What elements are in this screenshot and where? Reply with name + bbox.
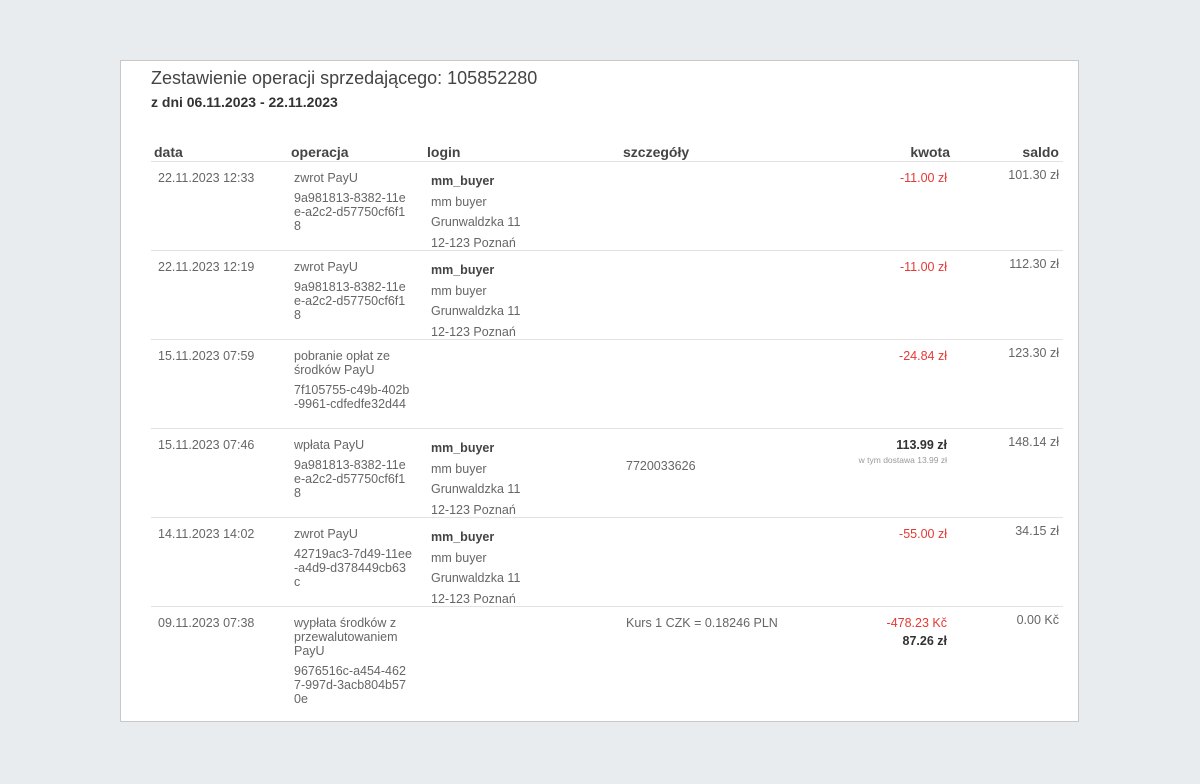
login-nick: mm_buyer xyxy=(431,530,495,544)
row-login: mm_buyer mm buyer Grunwaldzka 11 12-123 … xyxy=(431,171,520,253)
login-nick: mm_buyer xyxy=(431,174,495,188)
row-date: 15.11.2023 07:46 xyxy=(158,438,255,452)
row-amount: -24.84 zł xyxy=(899,349,947,363)
operations-table: data operacja login szczegóły kwota sald… xyxy=(151,143,1063,729)
table-row: 14.11.2023 14:02 zwrot PayU 42719ac3-7d4… xyxy=(151,518,1063,607)
login-city: 12-123 Poznań xyxy=(431,502,516,517)
login-name: mm buyer xyxy=(431,194,487,209)
table-row: 09.11.2023 07:38 wypłata środków z przew… xyxy=(151,607,1063,729)
operation-name: wpłata PayU xyxy=(294,438,365,452)
row-amount: -55.00 zł xyxy=(899,527,947,541)
column-header-login: login xyxy=(427,144,461,160)
column-header-date: data xyxy=(154,144,183,160)
row-balance: 0.00 Kč xyxy=(1016,613,1059,627)
row-date: 14.11.2023 14:02 xyxy=(158,527,255,541)
table-row: 15.11.2023 07:46 wpłata PayU 9a981813-83… xyxy=(151,429,1063,518)
login-street: Grunwaldzka 11 xyxy=(431,304,521,318)
statement-title: Zestawienie operacji sprzedającego: 1058… xyxy=(151,68,538,88)
login-name: mm buyer xyxy=(431,461,487,476)
row-details: Kurs 1 CZK = 0.18246 PLN xyxy=(626,616,778,630)
operation-id: 9676516c-a454-4627-997d-3acb804b570e xyxy=(294,664,406,706)
login-name: mm buyer xyxy=(431,283,487,298)
row-operation: zwrot PayU 9a981813-8382-11ee-a2c2-d5775… xyxy=(294,171,412,233)
row-login: mm_buyer mm buyer Grunwaldzka 11 12-123 … xyxy=(431,260,520,342)
row-amount: -11.00 zł xyxy=(899,260,947,274)
table-row: 22.11.2023 12:33 zwrot PayU 9a981813-838… xyxy=(151,162,1063,251)
login-nick: mm_buyer xyxy=(431,263,495,277)
operation-name: pobranie opłat ze środków PayU xyxy=(294,349,390,377)
row-balance: 123.30 zł xyxy=(1008,346,1059,360)
row-amount: -478.23 Kč xyxy=(886,616,947,630)
login-street: Grunwaldzka 11 xyxy=(431,482,521,496)
row-amount-converted: 87.26 zł xyxy=(902,634,947,648)
table-header: data operacja login szczegóły kwota sald… xyxy=(151,143,1063,162)
login-nick: mm_buyer xyxy=(431,441,495,455)
row-amount: 113.99 zł xyxy=(896,438,947,452)
table-row: 22.11.2023 12:19 zwrot PayU 9a981813-838… xyxy=(151,251,1063,340)
login-city: 12-123 Poznań xyxy=(431,324,516,339)
row-amount-block: -478.23 Kč 87.26 zł xyxy=(887,616,947,648)
operation-name: wypłata środków z przewalutowaniem PayU xyxy=(294,616,398,658)
row-date: 15.11.2023 07:59 xyxy=(158,349,255,363)
row-operation: pobranie opłat ze środków PayU 7f105755-… xyxy=(294,349,412,411)
row-login: mm_buyer mm buyer Grunwaldzka 11 12-123 … xyxy=(431,527,520,609)
operation-id: 9a981813-8382-11ee-a2c2-d57750cf6f18 xyxy=(294,280,406,322)
statement-period: z dni 06.11.2023 - 22.11.2023 xyxy=(151,94,338,110)
row-amount: -11.00 zł xyxy=(899,171,947,185)
row-operation: zwrot PayU 42719ac3-7d49-11ee-a4d9-d3784… xyxy=(294,527,412,589)
row-amount-block: 113.99 zł w tym dostawa 13.99 zł xyxy=(859,438,947,465)
row-date: 22.11.2023 12:33 xyxy=(158,171,255,185)
row-operation: zwrot PayU 9a981813-8382-11ee-a2c2-d5775… xyxy=(294,260,412,322)
row-date: 22.11.2023 12:19 xyxy=(158,260,255,274)
operation-name: zwrot PayU xyxy=(294,171,358,185)
login-city: 12-123 Poznań xyxy=(431,235,516,250)
operation-id: 9a981813-8382-11ee-a2c2-d57750cf6f18 xyxy=(294,191,406,233)
row-date: 09.11.2023 07:38 xyxy=(158,616,255,630)
login-street: Grunwaldzka 11 xyxy=(431,215,521,229)
statement-panel: Zestawienie operacji sprzedającego: 1058… xyxy=(120,60,1079,722)
row-balance: 148.14 zł xyxy=(1008,435,1059,449)
column-header-operation: operacja xyxy=(291,144,349,160)
operation-id: 9a981813-8382-11ee-a2c2-d57750cf6f18 xyxy=(294,458,406,500)
login-city: 12-123 Poznań xyxy=(431,591,516,606)
login-name: mm buyer xyxy=(431,550,487,565)
row-amount-note: w tym dostawa 13.99 zł xyxy=(858,455,947,465)
row-login: mm_buyer mm buyer Grunwaldzka 11 12-123 … xyxy=(431,438,520,520)
operation-id: 42719ac3-7d49-11ee-a4d9-d378449cb63c xyxy=(294,547,412,589)
row-balance: 101.30 zł xyxy=(1008,168,1059,182)
column-header-details: szczegóły xyxy=(623,144,690,160)
table-row: 15.11.2023 07:59 pobranie opłat ze środk… xyxy=(151,340,1063,429)
operation-name: zwrot PayU xyxy=(294,260,358,274)
row-details: 7720033626 xyxy=(626,459,696,473)
operation-id: 7f105755-c49b-402b-9961-cdfedfe32d44 xyxy=(294,383,410,411)
login-street: Grunwaldzka 11 xyxy=(431,571,521,585)
column-header-amount: kwota xyxy=(910,144,950,160)
row-operation: wpłata PayU 9a981813-8382-11ee-a2c2-d577… xyxy=(294,438,412,500)
operation-name: zwrot PayU xyxy=(294,527,358,541)
column-header-balance: saldo xyxy=(1022,144,1059,160)
row-balance: 112.30 zł xyxy=(1009,257,1059,271)
row-balance: 34.15 zł xyxy=(1015,524,1059,538)
row-operation: wypłata środków z przewalutowaniem PayU … xyxy=(294,616,412,706)
